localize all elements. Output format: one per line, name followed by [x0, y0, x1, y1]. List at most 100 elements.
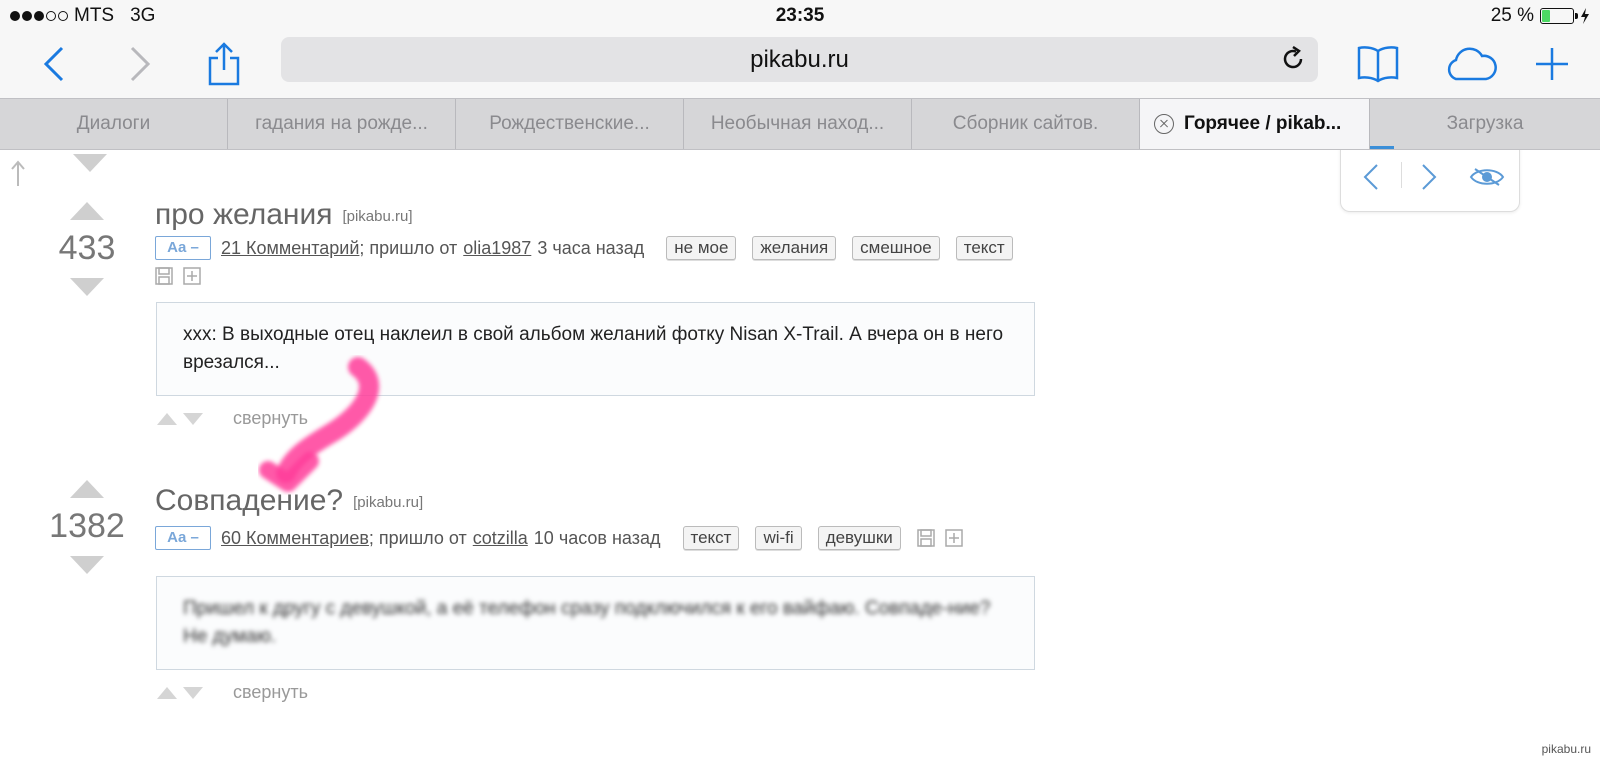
url-text: pikabu.ru — [750, 46, 849, 73]
post-body: Пришел к другу с девушкой, а её телефон … — [156, 576, 1035, 670]
tab-label: Рождественские... — [489, 113, 650, 134]
comments-link[interactable]: 21 Комментарий — [221, 238, 359, 259]
battery-icon — [1540, 8, 1578, 24]
downvote-icon[interactable] — [183, 686, 203, 699]
reload-icon — [1283, 45, 1303, 69]
vote-arrows — [157, 686, 203, 699]
tag[interactable]: текст — [682, 526, 740, 550]
post-rating: 433 — [58, 229, 116, 267]
add-icon[interactable] — [183, 267, 201, 285]
loading-progress — [1370, 146, 1394, 149]
post-source: [pikabu.ru] — [342, 207, 413, 225]
next-post-button[interactable] — [1415, 162, 1443, 192]
browser-toolbar: pikabu.ru — [0, 32, 1600, 98]
scroll-up-icon[interactable] — [10, 160, 26, 188]
tab-christmas[interactable]: Рождественские... — [456, 99, 684, 149]
post-title-text[interactable]: про желания — [155, 198, 332, 231]
tab-label: Горячее / pikab... — [1184, 113, 1342, 134]
post-time: 10 часов назад — [533, 527, 661, 548]
tab-loading[interactable]: Загрузка — [1370, 99, 1600, 149]
tag[interactable]: текст — [955, 236, 1013, 260]
upvote-icon[interactable] — [70, 202, 104, 220]
tab-label: Необычная наход... — [710, 113, 885, 134]
upvote-icon[interactable] — [70, 480, 104, 498]
tag[interactable]: девушки — [817, 526, 901, 550]
post-source: [pikabu.ru] — [353, 493, 424, 511]
new-tab-button[interactable] — [1528, 38, 1576, 90]
tab-label: Загрузка — [1446, 113, 1524, 134]
vote-arrows — [157, 412, 203, 425]
tab-label: Диалоги — [76, 113, 151, 134]
post-title[interactable]: про желания [pikabu.ru] — [155, 198, 413, 232]
post-title-text[interactable]: Совпадение? — [155, 484, 343, 517]
author-link[interactable]: cotzilla — [473, 528, 528, 549]
eye-slash-icon — [1469, 168, 1505, 186]
save-icon[interactable] — [155, 267, 173, 285]
post-title[interactable]: Совпадение? [pikabu.ru] — [155, 484, 423, 518]
add-icon[interactable] — [945, 529, 963, 547]
annotation-arrow — [259, 357, 380, 492]
tag[interactable]: wi-fi — [755, 526, 802, 550]
post-vote-block: 1382 — [42, 480, 132, 574]
status-bar: MTS 3G 23:35 25 % — [0, 0, 1600, 32]
chevron-left-icon — [1363, 164, 1378, 190]
chevron-left-icon — [43, 46, 64, 82]
forward-button[interactable] — [114, 38, 166, 90]
address-bar[interactable]: pikabu.ru — [281, 37, 1318, 82]
collapse-link[interactable]: свернуть — [233, 682, 308, 703]
icloud-tabs-button[interactable] — [1444, 38, 1498, 90]
watermark: pikabu.ru — [1538, 742, 1594, 756]
downvote-icon[interactable] — [73, 154, 107, 172]
author-link[interactable]: olia1987 — [463, 238, 531, 259]
comments-link[interactable]: 60 Комментариев — [221, 528, 369, 549]
tab-divination[interactable]: гадания на рожде... — [228, 99, 456, 149]
tab-unusual-find[interactable]: Необычная наход... — [684, 99, 912, 149]
tag[interactable]: желания — [752, 236, 837, 260]
battery-percent: 25 % — [1490, 5, 1534, 26]
reload-button[interactable] — [1280, 45, 1306, 77]
tag[interactable]: не мое — [666, 236, 737, 260]
chevron-right-icon — [1422, 164, 1437, 190]
share-button[interactable] — [198, 38, 250, 90]
close-tab-icon[interactable] — [1154, 114, 1174, 134]
post-meta: Aa – 21 Комментарий ; пришло от olia1987… — [155, 236, 1013, 260]
upvote-icon[interactable] — [157, 412, 177, 425]
status-right: 25 % — [1491, 5, 1590, 27]
chevron-right-icon — [130, 46, 151, 82]
tab-label: Сборник сайтов. — [952, 113, 1099, 134]
tab-sites-collection[interactable]: Сборник сайтов. — [912, 99, 1140, 149]
prev-post-button[interactable] — [1357, 162, 1385, 192]
downvote-icon[interactable] — [183, 412, 203, 425]
divider — [1401, 162, 1402, 188]
tag[interactable]: смешное — [852, 236, 940, 260]
post-text: Пришел к другу с девушкой, а её телефон … — [183, 598, 991, 647]
font-size-button[interactable]: Aa – — [155, 526, 211, 550]
downvote-icon[interactable] — [70, 278, 104, 296]
bookmarks-button[interactable] — [1356, 38, 1400, 90]
tab-label: гадания на рожде... — [255, 113, 428, 134]
post-time: 3 часа назад — [537, 237, 645, 258]
hide-viewed-button[interactable] — [1469, 162, 1505, 192]
tab-bar: Диалоги гадания на рожде... Рождественск… — [0, 98, 1600, 150]
from-text: ; пришло от — [368, 527, 467, 548]
back-button[interactable] — [28, 38, 80, 90]
post-actions — [155, 267, 201, 285]
book-icon — [1357, 46, 1399, 83]
from-text: ; пришло от — [359, 237, 458, 258]
plus-icon — [1536, 48, 1568, 80]
upvote-icon[interactable] — [157, 686, 177, 699]
page-content: 433 про желания [pikabu.ru] Aa – 21 Комме… — [0, 150, 1600, 762]
tab-dialogs[interactable]: Диалоги — [0, 99, 228, 149]
save-icon[interactable] — [917, 529, 935, 547]
cloud-icon — [1447, 47, 1497, 81]
clock: 23:35 — [775, 5, 825, 26]
tab-hot-active[interactable]: Горячее / pikab... — [1140, 99, 1370, 149]
downvote-icon[interactable] — [70, 556, 104, 574]
post-rating: 1382 — [49, 507, 125, 545]
post-meta: Aa – 60 Комментариев ; пришло от cotzill… — [155, 526, 963, 550]
charging-icon — [1581, 8, 1589, 24]
share-icon — [208, 42, 240, 86]
post-navigation-panel — [1340, 150, 1520, 212]
post-actions — [917, 529, 963, 547]
font-size-button[interactable]: Aa – — [155, 236, 211, 260]
